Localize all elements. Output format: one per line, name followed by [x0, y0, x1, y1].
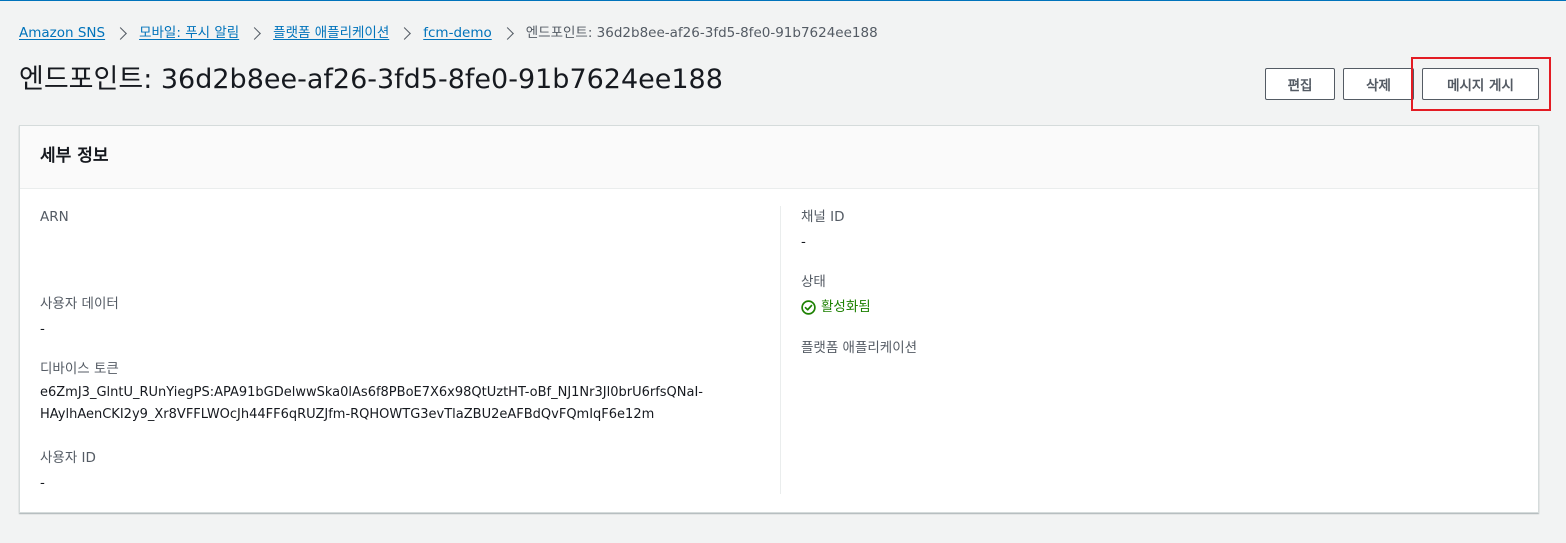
delete-button[interactable]: 삭제 — [1343, 68, 1414, 100]
device-token-value: e6ZmJ3_GlntU_RUnYiegPS:APA91bGDelwwSka0l… — [40, 382, 760, 426]
breadcrumb: Amazon SNS 모바일: 푸시 알림 플랫폼 애플리케이션 fcm-dem… — [19, 24, 878, 42]
arn-label: ARN — [40, 209, 69, 225]
details-panel: 세부 정보 ARN 사용자 데이터 - 디바이스 토큰 e6ZmJ3_GlntU… — [19, 125, 1539, 513]
chevron-right-icon — [248, 26, 262, 40]
status-indicator: 활성화됨 — [801, 296, 871, 318]
channel-id-value: - — [801, 234, 806, 250]
column-divider — [780, 206, 781, 494]
publish-message-button[interactable]: 메시지 게시 — [1422, 68, 1539, 100]
device-token-field: 디바이스 토큰 e6ZmJ3_GlntU_RUnYiegPS:APA91bGDe… — [40, 358, 760, 426]
breadcrumb-amazon-sns[interactable]: Amazon SNS — [19, 24, 105, 42]
page-title: 엔드포인트: 36d2b8ee-af26-3fd5-8fe0-91b7624ee… — [19, 64, 723, 95]
device-token-line-2: HAylhAenCKI2y9_Xr8VFFLWOcJh44FF6qRUZJfm-… — [40, 407, 655, 422]
device-token-line-1: e6ZmJ3_GlntU_RUnYiegPS:APA91bGDelwwSka0l… — [40, 385, 703, 400]
user-id-field: 사용자 ID - — [40, 447, 96, 494]
channel-id-field: 채널 ID - — [801, 206, 845, 253]
edit-button[interactable]: 편집 — [1265, 68, 1335, 100]
chevron-right-icon — [114, 26, 127, 40]
breadcrumb-current: 엔드포인트: 36d2b8ee-af26-3fd5-8fe0-91b7624ee… — [525, 25, 878, 41]
chevron-right-icon — [500, 26, 514, 40]
channel-id-label: 채널 ID — [801, 209, 845, 225]
user-id-label: 사용자 ID — [40, 450, 96, 466]
user-data-field: 사용자 데이터 - — [40, 293, 119, 340]
breadcrumb-platform-apps[interactable]: 플랫폼 애플리케이션 — [273, 24, 389, 42]
breadcrumb-mobile-push[interactable]: 모바일: 푸시 알림 — [139, 24, 239, 42]
status-field: 상태 활성화됨 — [801, 271, 871, 318]
chevron-right-icon — [398, 26, 412, 40]
top-border — [0, 0, 1566, 1]
arn-field: ARN — [40, 206, 69, 228]
platform-app-label: 플랫폼 애플리케이션 — [801, 340, 918, 356]
user-data-label: 사용자 데이터 — [40, 296, 119, 312]
status-value: 활성화됨 — [821, 299, 871, 315]
breadcrumb-fcm-demo[interactable]: fcm-demo — [423, 24, 491, 42]
status-check-icon — [801, 299, 816, 315]
details-title: 세부 정보 — [20, 126, 1538, 189]
status-label: 상태 — [801, 274, 826, 290]
device-token-label: 디바이스 토큰 — [40, 361, 119, 377]
user-data-value: - — [40, 321, 45, 337]
platform-app-field: 플랫폼 애플리케이션 — [801, 337, 917, 359]
user-id-value: - — [40, 475, 45, 491]
